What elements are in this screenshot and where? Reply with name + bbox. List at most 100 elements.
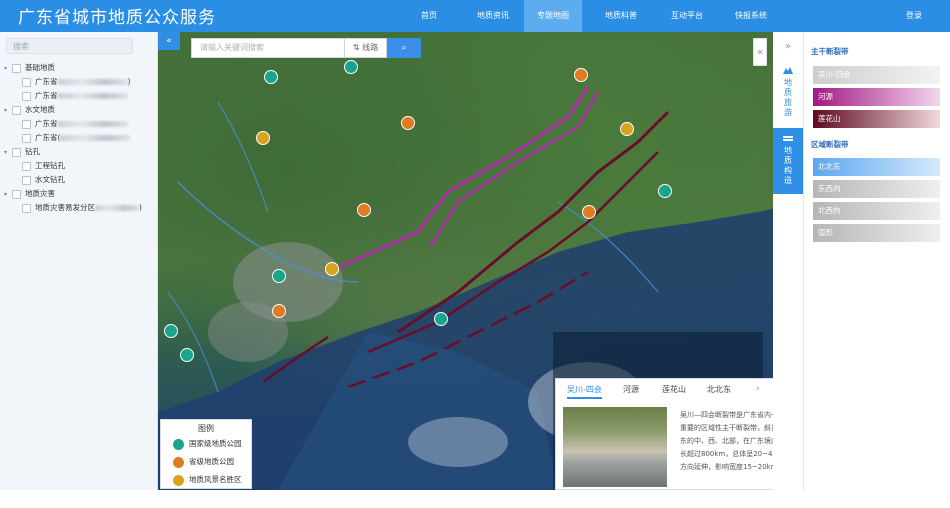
chevron-down-icon[interactable]: ▾	[4, 104, 12, 118]
tree-item[interactable]: 广东省	[22, 117, 128, 131]
tab-label: 地质构造	[784, 146, 792, 185]
legend-item: 地质风景名胜区	[173, 473, 242, 487]
tab-geotourism[interactable]: 地质旅游	[773, 60, 803, 122]
fault-lianhuashan-button[interactable]: 莲花山	[813, 110, 940, 128]
national-park-marker[interactable]	[272, 269, 286, 283]
provincial-park-marker[interactable]	[357, 203, 371, 217]
card-tab-heyuan[interactable]: 河源	[623, 383, 639, 397]
fault-nne-button[interactable]: 北北东	[813, 158, 940, 176]
legend-title: 图例	[198, 424, 214, 433]
national-park-marker[interactable]	[264, 70, 278, 84]
fault-panel: 主干断裂带 吴川-四会 河源 莲花山 区域断裂带 北北东 东西向 北西向 弧形	[803, 32, 950, 490]
national-park-icon	[173, 438, 184, 450]
provincial-park-marker[interactable]	[574, 68, 588, 82]
fault-arc-button[interactable]: 弧形	[813, 224, 940, 242]
checkbox[interactable]	[22, 119, 31, 129]
tree-item[interactable]: 广东省)	[22, 75, 130, 89]
region-faults-heading: 区域断裂带	[811, 140, 849, 149]
fault-heyuan-button[interactable]: 河源	[813, 88, 940, 106]
checkbox[interactable]	[12, 189, 21, 199]
checkbox[interactable]	[22, 133, 31, 143]
national-park-marker[interactable]	[164, 324, 178, 338]
route-label: 线路	[362, 43, 379, 52]
redacted-text	[57, 121, 128, 127]
tree-group-hydrogeology[interactable]: ▾ 水文地质	[4, 103, 55, 117]
national-park-marker[interactable]	[180, 348, 194, 362]
tree-group-geohazard[interactable]: ▾ 地质灾害	[4, 187, 55, 201]
checkbox[interactable]	[12, 63, 21, 73]
redacted-text	[57, 79, 128, 85]
tree-label: 广东省	[35, 91, 58, 100]
tree-item[interactable]: 水文钻孔	[22, 173, 65, 187]
tree-item[interactable]: 工程钻孔	[22, 159, 65, 173]
tree-label: 广东省(	[35, 133, 61, 142]
layer-sidebar: 搜索 ▾ 基础地质 广东省) 广东省 ▾ 水文地质 广东省 广东省( ▾ 钻孔 工程钻…	[0, 32, 158, 490]
checkbox[interactable]	[22, 161, 31, 171]
layer-search-input[interactable]: 搜索	[6, 38, 133, 54]
top-nav-bar: 广东省城市地质公众服务 首页 地质资讯 专题地图 地质科普 互动平台 快报系统 …	[0, 0, 950, 32]
national-park-marker[interactable]	[344, 60, 358, 74]
checkbox[interactable]	[12, 147, 21, 157]
layers-icon	[783, 136, 793, 141]
fault-ew-button[interactable]: 东西向	[813, 180, 940, 198]
checkbox[interactable]	[22, 91, 31, 101]
provincial-park-marker[interactable]	[272, 304, 286, 318]
provincial-park-icon	[173, 456, 184, 468]
national-park-marker[interactable]	[434, 312, 448, 326]
scenic-area-marker[interactable]	[256, 131, 270, 145]
collapse-panel-button[interactable]: «	[753, 38, 767, 66]
national-park-marker[interactable]	[658, 184, 672, 198]
redacted-text	[60, 135, 131, 141]
legend-label: 地质风景名胜区	[189, 475, 242, 484]
redacted-text	[95, 205, 139, 211]
tree-label: 水文钻孔	[35, 175, 65, 184]
login-link[interactable]: 登录	[906, 0, 922, 32]
checkbox[interactable]	[22, 175, 31, 185]
page-footer-space	[0, 490, 950, 508]
card-tab-wuchuan-sihui[interactable]: 吴川-四会	[567, 383, 602, 399]
checkbox[interactable]	[22, 77, 31, 87]
card-tab-lianhuashan[interactable]: 莲花山	[662, 383, 686, 397]
nav-geology-science[interactable]: 地质科普	[598, 0, 644, 32]
fault-photo	[563, 407, 667, 487]
checkbox[interactable]	[22, 203, 31, 213]
fault-info-card: 吴川-四会 河源 莲花山 北北东 › × 吴川—四会断裂带是广东省内一条重要的区…	[555, 378, 789, 490]
tree-group-basic-geology[interactable]: ▾ 基础地质	[4, 61, 55, 75]
tab-geostructure[interactable]: 地质构造	[773, 128, 803, 194]
tree-label: 钻孔	[25, 147, 40, 156]
redacted-text	[57, 93, 128, 99]
chevron-down-icon[interactable]: ▾	[4, 146, 12, 160]
tree-group-boreholes[interactable]: ▾ 钻孔	[4, 145, 40, 159]
chevron-down-icon[interactable]: ▾	[4, 62, 12, 76]
nav-interactive[interactable]: 互动平台	[664, 0, 710, 32]
card-tab-nne[interactable]: 北北东	[707, 383, 731, 397]
collapse-right-panel-button[interactable]: »	[773, 38, 803, 56]
tree-label-suffix: )	[127, 77, 131, 86]
provincial-park-marker[interactable]	[401, 116, 415, 130]
tree-label: 水文地质	[25, 105, 55, 114]
nav-bulletin[interactable]: 快报系统	[728, 0, 774, 32]
tree-label: 地质灾害	[25, 189, 55, 198]
provincial-park-marker[interactable]	[582, 205, 596, 219]
tree-item[interactable]: 广东省	[22, 89, 128, 103]
app-title: 广东省城市地质公众服务	[18, 8, 216, 28]
checkbox[interactable]	[12, 105, 21, 115]
nav-home[interactable]: 首页	[412, 0, 446, 32]
route-button[interactable]: ⇅ 线路	[345, 38, 387, 58]
collapse-sidebar-button[interactable]: «	[158, 32, 180, 50]
tree-item[interactable]: 广东省(	[22, 131, 131, 145]
tree-label: 广东省	[35, 119, 58, 128]
scenic-area-marker[interactable]	[620, 122, 634, 136]
legend-item: 省级地质公园	[173, 455, 234, 469]
tree-label: 地质灾害易发分区	[35, 203, 95, 212]
search-button[interactable]: ⌕	[387, 38, 421, 58]
nav-thematic-map[interactable]: 专题地图	[524, 0, 582, 32]
nav-geology-news[interactable]: 地质资讯	[470, 0, 516, 32]
chevron-right-icon[interactable]: ›	[756, 384, 760, 394]
tree-item[interactable]: 地质灾害易发分区)	[22, 201, 142, 215]
chevron-down-icon[interactable]: ▾	[4, 188, 12, 202]
map-search-input[interactable]: 请输入关键词搜索	[191, 38, 345, 58]
fault-wuchuan-sihui-button[interactable]: 吴川-四会	[813, 66, 940, 84]
fault-nw-button[interactable]: 北西向	[813, 202, 940, 220]
scenic-area-marker[interactable]	[325, 262, 339, 276]
